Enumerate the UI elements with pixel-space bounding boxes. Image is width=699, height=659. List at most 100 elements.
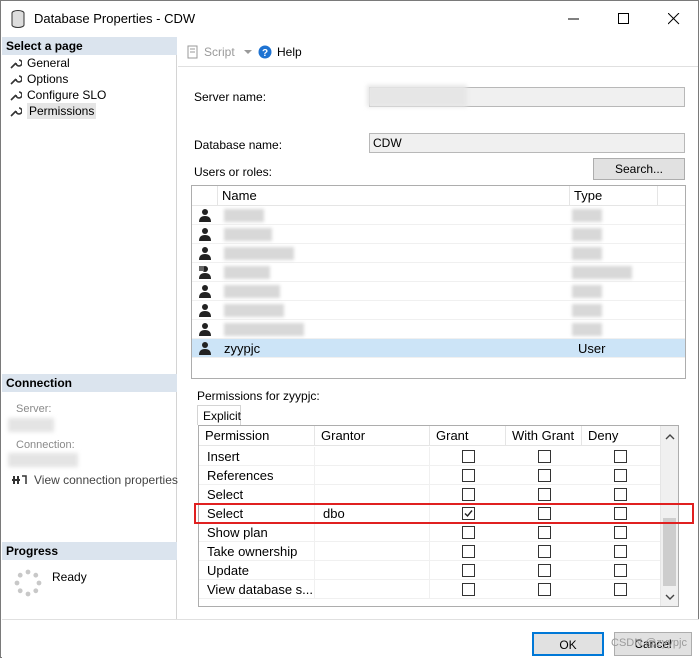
deny-checkbox[interactable] <box>614 583 627 596</box>
deny-checkbox[interactable] <box>614 545 627 558</box>
tab-explicit[interactable]: Explicit <box>197 405 241 425</box>
with-grant-checkbox[interactable] <box>538 469 551 482</box>
permission-name-cell: Update <box>199 561 315 580</box>
redacted-type <box>572 266 632 279</box>
user-row[interactable] <box>192 244 685 263</box>
view-connection-properties-link[interactable]: View connection properties <box>12 473 178 487</box>
grant-checkbox[interactable] <box>462 526 475 539</box>
users-grid: Name Type zyypjc User <box>191 185 686 379</box>
user-row[interactable] <box>192 320 685 339</box>
user-row[interactable]: zyypjc User <box>192 339 685 358</box>
with-grant-checkbox[interactable] <box>538 450 551 463</box>
grantor-cell <box>315 580 430 599</box>
deny-checkbox[interactable] <box>614 564 627 577</box>
ok-button[interactable]: OK <box>532 632 604 656</box>
name-column-header[interactable]: Name <box>218 186 570 206</box>
user-icon <box>199 304 211 317</box>
database-name-label: Database name: <box>194 138 283 152</box>
page-general[interactable]: General <box>10 55 70 71</box>
grantor-cell <box>315 561 430 580</box>
redacted-name <box>224 323 304 336</box>
progress-header: Progress <box>2 542 177 560</box>
permission-row[interactable]: Take ownership <box>199 542 661 561</box>
deny-checkbox[interactable] <box>614 526 627 539</box>
deny-column-header[interactable]: Deny <box>582 426 661 446</box>
permission-name-cell: Select <box>199 485 315 504</box>
user-row[interactable] <box>192 225 685 244</box>
page-general-label: General <box>27 56 70 70</box>
redacted-type <box>572 323 602 336</box>
page-permissions-label: Permissions <box>27 103 97 119</box>
grant-checkbox[interactable] <box>462 564 475 577</box>
minimize-button[interactable] <box>551 7 597 33</box>
with-grant-checkbox[interactable] <box>538 583 551 596</box>
help-icon: ? <box>258 45 272 59</box>
deny-checkbox[interactable] <box>614 488 627 501</box>
permission-row[interactable]: Insert <box>199 447 661 466</box>
grant-column-header[interactable]: Grant <box>430 426 506 446</box>
view-connection-label: View connection properties <box>34 473 178 487</box>
redacted-type <box>572 209 602 222</box>
permission-name-cell: View database s... <box>199 580 315 599</box>
grant-checkbox[interactable] <box>462 488 475 501</box>
type-column-header[interactable]: Type <box>570 186 658 206</box>
wrench-icon <box>10 59 22 69</box>
help-label: Help <box>277 45 302 59</box>
user-name-cell: zyypjc <box>224 341 261 356</box>
with-grant-checkbox[interactable] <box>538 545 551 558</box>
toolbar: Script ? Help <box>178 37 698 67</box>
with-grant-column-header[interactable]: With Grant <box>506 426 582 446</box>
page-options-label: Options <box>27 72 69 86</box>
user-icon <box>199 285 211 298</box>
script-label: Script <box>204 45 235 59</box>
help-button[interactable]: ? Help <box>258 45 302 59</box>
script-button[interactable]: Script <box>186 45 253 59</box>
search-button[interactable]: Search... <box>593 158 685 180</box>
permission-name-cell: Insert <box>199 447 315 466</box>
chevron-down-icon <box>243 50 252 54</box>
server-name-label: Server name: <box>194 90 267 104</box>
grant-checkbox[interactable] <box>462 469 475 482</box>
permission-row[interactable]: References <box>199 466 661 485</box>
server-name-redacted <box>367 85 467 107</box>
grantor-column-header[interactable]: Grantor <box>315 426 430 446</box>
permission-column-header[interactable]: Permission <box>199 426 315 446</box>
user-row[interactable] <box>192 282 685 301</box>
deny-checkbox[interactable] <box>614 469 627 482</box>
watermark: CSDN @zyypjc <box>611 637 687 649</box>
deny-checkbox[interactable] <box>614 450 627 463</box>
progress-status: Ready <box>52 570 87 584</box>
script-icon <box>187 45 198 59</box>
user-type-cell: User <box>578 341 606 356</box>
with-grant-checkbox[interactable] <box>538 488 551 501</box>
window-title: Database Properties - CDW <box>34 11 196 26</box>
grant-checkbox[interactable] <box>462 450 475 463</box>
redacted-name <box>224 228 272 241</box>
grant-checkbox[interactable] <box>462 545 475 558</box>
dialog-footer: OK Cancel <box>2 619 699 659</box>
user-row[interactable] <box>192 263 685 282</box>
user-icon <box>199 342 211 355</box>
page-permissions[interactable]: Permissions <box>10 103 97 119</box>
scrollbar-thumb[interactable] <box>663 518 676 586</box>
close-button[interactable] <box>651 7 697 33</box>
redacted-name <box>224 209 264 222</box>
permission-row[interactable]: Show plan <box>199 523 661 542</box>
grant-checkbox[interactable] <box>462 583 475 596</box>
with-grant-checkbox[interactable] <box>538 564 551 577</box>
page-options[interactable]: Options <box>10 71 68 87</box>
permission-row[interactable]: View database s... <box>199 580 661 599</box>
permission-row[interactable]: Update <box>199 561 661 580</box>
permission-name-cell: Show plan <box>199 523 315 542</box>
with-grant-checkbox[interactable] <box>538 526 551 539</box>
permission-row[interactable]: Select <box>199 485 661 504</box>
page-configure-slo[interactable]: Configure SLO <box>10 87 106 103</box>
wrench-icon <box>10 107 22 117</box>
user-row[interactable] <box>192 301 685 320</box>
grantor-cell <box>315 447 430 466</box>
maximize-button[interactable] <box>601 7 647 33</box>
server-label: Server: <box>16 403 52 415</box>
connection-label: Connection: <box>16 439 75 451</box>
user-row[interactable] <box>192 206 685 225</box>
scroll-down-icon <box>665 594 675 600</box>
